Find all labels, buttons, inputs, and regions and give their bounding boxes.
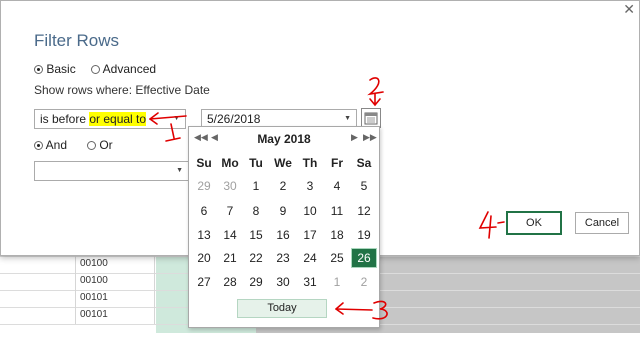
radio-empty-icon bbox=[91, 65, 100, 75]
logic-or-label: Or bbox=[99, 138, 113, 152]
close-icon[interactable]: ✕ bbox=[623, 1, 635, 18]
calendar-day[interactable]: 3 bbox=[297, 176, 323, 196]
next-year-icon[interactable]: ▶▶ bbox=[363, 132, 377, 143]
calendar-day[interactable]: 31 bbox=[297, 272, 323, 292]
date-value: 5/26/2018 bbox=[207, 112, 261, 126]
radio-selected-icon bbox=[34, 141, 43, 151]
calendar-day[interactable]: 21 bbox=[217, 248, 243, 268]
calendar-day[interactable]: 29 bbox=[243, 272, 269, 292]
mode-basic-radio[interactable]: Basic bbox=[34, 62, 76, 76]
weekday-header: Fr bbox=[331, 156, 343, 170]
calendar-day[interactable]: 9 bbox=[270, 201, 296, 221]
radio-empty-icon bbox=[87, 141, 96, 151]
calendar-day[interactable]: 23 bbox=[270, 248, 296, 268]
calendar-day[interactable]: 29 bbox=[191, 176, 217, 196]
calendar-icon bbox=[364, 112, 378, 125]
calendar-day[interactable]: 2 bbox=[270, 176, 296, 196]
dialog-title: Filter Rows bbox=[34, 31, 120, 50]
operator-text-highlight: or equal to bbox=[89, 112, 147, 126]
table-cell[interactable]: 00101 bbox=[75, 307, 155, 324]
condition1-operator-select[interactable]: is before or equal to ▼ bbox=[34, 109, 186, 129]
radio-selected-icon bbox=[34, 65, 43, 75]
logic-and-label: And bbox=[45, 138, 68, 152]
calendar-day[interactable]: 10 bbox=[297, 201, 323, 221]
calendar-day[interactable]: 6 bbox=[191, 201, 217, 221]
calendar-day[interactable]: 16 bbox=[270, 225, 296, 245]
weekday-header: Tu bbox=[249, 156, 263, 170]
calendar-day[interactable]: 26 bbox=[351, 248, 377, 268]
table-cell[interactable]: 00100 bbox=[75, 273, 155, 290]
calendar-day[interactable]: 30 bbox=[217, 176, 243, 196]
cancel-button[interactable]: Cancel bbox=[575, 212, 629, 234]
calendar-day[interactable]: 4 bbox=[324, 176, 350, 196]
show-rows-label: Show rows where: Effective Date bbox=[34, 83, 210, 97]
condition2-operator-select[interactable]: ▼ bbox=[34, 161, 189, 181]
calendar-day[interactable]: 13 bbox=[191, 225, 217, 245]
weekday-header: Sa bbox=[356, 156, 372, 170]
next-month-icon[interactable]: ▶ bbox=[351, 132, 358, 143]
calendar-day[interactable]: 20 bbox=[191, 248, 217, 268]
weekday-header: Th bbox=[302, 156, 318, 170]
calendar-header: ◀◀ ◀ May 2018 ▶ ▶▶ bbox=[189, 129, 379, 149]
weekday-header: Mo bbox=[221, 156, 239, 170]
weekday-header: Su bbox=[196, 156, 212, 170]
today-button[interactable]: Today bbox=[237, 299, 327, 318]
mode-advanced-radio[interactable]: Advanced bbox=[91, 62, 156, 76]
table-cell[interactable]: 00100 bbox=[75, 256, 155, 273]
calendar-day[interactable]: 19 bbox=[351, 225, 377, 245]
mode-advanced-label: Advanced bbox=[102, 62, 157, 76]
calendar-picker-button[interactable] bbox=[361, 108, 381, 128]
calendar-day[interactable]: 27 bbox=[191, 272, 217, 292]
dropdown-arrow-icon: ▼ bbox=[173, 115, 180, 122]
calendar-day[interactable]: 30 bbox=[270, 272, 296, 292]
weekday-header: We bbox=[274, 156, 292, 170]
calendar-day[interactable]: 11 bbox=[324, 201, 350, 221]
calendar-day[interactable]: 28 bbox=[217, 272, 243, 292]
mode-basic-label: Basic bbox=[46, 62, 76, 76]
date-picker-popup: ◀◀ ◀ May 2018 ▶ ▶▶ Today Su Mo Tu We Th Fr Sa 2… bbox=[188, 126, 380, 328]
logic-and-radio[interactable]: And bbox=[34, 138, 67, 152]
calendar-day[interactable]: 25 bbox=[324, 248, 350, 268]
table-cell[interactable]: 00101 bbox=[75, 290, 155, 307]
calendar-day[interactable]: 17 bbox=[297, 225, 323, 245]
operator-text: is before bbox=[40, 112, 90, 126]
ok-button[interactable]: OK bbox=[507, 212, 561, 234]
calendar-day[interactable]: 12 bbox=[351, 201, 377, 221]
calendar-day[interactable]: 15 bbox=[243, 225, 269, 245]
calendar-day[interactable]: 22 bbox=[243, 248, 269, 268]
calendar-day[interactable]: 24 bbox=[297, 248, 323, 268]
calendar-day[interactable]: 1 bbox=[243, 176, 269, 196]
calendar-day[interactable]: 2 bbox=[351, 272, 377, 292]
calendar-day[interactable]: 8 bbox=[243, 201, 269, 221]
calendar-day[interactable]: 7 bbox=[217, 201, 243, 221]
dropdown-arrow-icon: ▼ bbox=[176, 167, 183, 174]
calendar-day[interactable]: 1 bbox=[324, 272, 350, 292]
calendar-day[interactable]: 18 bbox=[324, 225, 350, 245]
calendar-day[interactable]: 14 bbox=[217, 225, 243, 245]
logic-or-radio[interactable]: Or bbox=[87, 138, 113, 152]
calendar-day[interactable]: 5 bbox=[351, 176, 377, 196]
